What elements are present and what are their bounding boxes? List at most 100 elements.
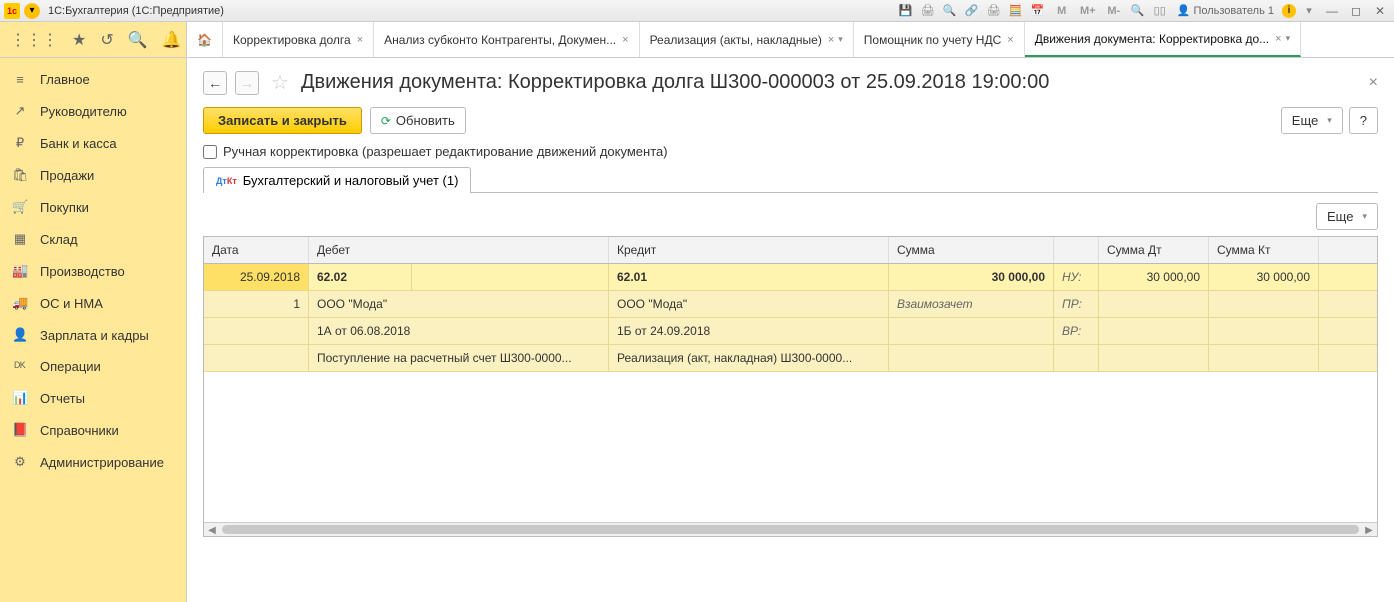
tab-close-icon[interactable]: × [1275,33,1281,45]
col-sumdt[interactable]: Сумма Дт [1099,237,1209,263]
minimize-button[interactable]: — [1322,3,1342,19]
scroll-thumb[interactable] [222,525,1359,534]
page-close-button[interactable]: × [1369,74,1378,92]
link-icon[interactable]: 🔗 [963,3,981,19]
favorite-star-icon[interactable]: ☆ [271,70,289,95]
cell-sum: 30 000,00 [889,264,1054,290]
col-credit[interactable]: Кредит [609,237,889,263]
tab-1[interactable]: Анализ субконто Контрагенты, Докумен...× [374,22,639,57]
bag-icon: 🛍 [12,167,28,183]
cell-cred-party: ООО "Мода" [609,291,889,317]
col-debit[interactable]: Дебет [309,237,609,263]
star-icon[interactable]: ★ [72,30,86,50]
calc-icon[interactable]: 🧮 [1007,3,1025,19]
tab-close-icon[interactable]: × [828,34,834,46]
home-tab[interactable]: 🏠 [187,22,223,57]
tab-2[interactable]: Реализация (акты, накладные) × ▾ [640,22,854,57]
horizontal-scrollbar[interactable]: ◀ ▶ [204,522,1377,536]
table-row[interactable]: 1А от 06.08.2018 1Б от 24.09.2018 ВР: [204,318,1377,345]
table-more-button[interactable]: Еще [1316,203,1378,230]
help-button[interactable]: ? [1349,107,1378,134]
sidebar-item-sales[interactable]: 🛍 Продажи [0,159,186,191]
table-row[interactable]: Поступление на расчетный счет Ш300-0000.… [204,345,1377,372]
save-icon[interactable]: 💾 [897,3,915,19]
col-sumkt[interactable]: Сумма Кт [1209,237,1319,263]
cell-empty [1099,318,1209,344]
tab-0[interactable]: Корректировка долга× [223,22,374,57]
manual-edit-checkbox[interactable] [203,145,217,159]
scroll-left-icon[interactable]: ◀ [204,523,220,537]
sidebar-item-warehouse[interactable]: ▦Склад [0,223,186,255]
scroll-right-icon[interactable]: ▶ [1361,523,1377,537]
cell-empty [1209,345,1319,371]
panels-icon[interactable]: ▯▯ [1151,3,1169,19]
tab-label: Реализация (акты, накладные) [650,33,822,47]
tab-4[interactable]: Движения документа: Корректировка до...×… [1025,22,1301,57]
maximize-button[interactable]: ◻ [1346,3,1366,19]
tab-dd-icon[interactable]: ▾ [1286,33,1291,44]
sidebar-item-hr[interactable]: 👤Зарплата и кадры [0,319,186,351]
print2-icon[interactable]: 🖨 [985,3,1003,19]
chart-icon: ↗ [12,103,28,119]
sidebar-item-manager[interactable]: ↗Руководителю [0,95,186,127]
info-dd-icon[interactable]: ▾ [1300,3,1318,19]
accounting-grid: Дата Дебет Кредит Сумма Сумма Дт Сумма К… [203,236,1378,537]
sidebar-label: Отчеты [40,391,85,406]
close-button[interactable]: ✕ [1370,3,1390,19]
forward-button[interactable]: → [235,71,259,95]
table-row[interactable]: 25.09.2018 62.02 62.01 30 000,00 НУ: 30 … [204,264,1377,291]
back-button[interactable]: ← [203,71,227,95]
sidebar-item-reports[interactable]: 📊Отчеты [0,382,186,414]
page-title: Движения документа: Корректировка долга … [301,71,1049,94]
bell-icon[interactable]: 🔔 [162,30,182,50]
cell-tag3: ВР: [1054,318,1099,344]
calendar-icon[interactable]: 📅 [1029,3,1047,19]
sidebar-label: Продажи [40,168,94,183]
cell-deb-src: Поступление на расчетный счет Ш300-0000.… [309,345,609,371]
sidebar-label: Операции [40,359,101,374]
col-sum[interactable]: Сумма [889,237,1054,263]
cell-empty [1209,291,1319,317]
tab-label: Помощник по учету НДС [864,33,1001,47]
print-icon[interactable]: 🖨 [919,3,937,19]
sidebar-item-main[interactable]: ≡Главное [0,64,186,95]
tab-close-icon[interactable]: × [1007,34,1013,46]
app-title: 1С:Бухгалтерия (1С:Предприятие) [48,5,224,17]
sidebar-item-admin[interactable]: ⚙Администрирование [0,446,186,478]
tab-dd-icon[interactable]: ▾ [838,34,843,45]
refresh-button[interactable]: ⟳Обновить [370,107,466,134]
apps-icon[interactable]: ⋮⋮⋮ [10,30,58,50]
tab-close-icon[interactable]: × [357,34,363,46]
doc-tab-accounting[interactable]: ДтКт Бухгалтерский и налоговый учет (1) [203,167,471,193]
memory-mminus[interactable]: M- [1103,3,1125,19]
info-icon[interactable]: i [1282,4,1296,18]
doc-tab-label: Бухгалтерский и налоговый учет (1) [243,173,459,188]
sidebar-item-purchases[interactable]: 🛒Покупки [0,191,186,223]
col-date[interactable]: Дата [204,237,309,263]
save-close-button[interactable]: Записать и закрыть [203,107,362,134]
tab-close-icon[interactable]: × [622,34,628,46]
cell-empty [1099,291,1209,317]
sidebar-item-assets[interactable]: 🚚ОС и НМА [0,287,186,319]
more-button[interactable]: Еще [1281,107,1343,134]
memory-mplus[interactable]: M+ [1077,3,1099,19]
sidebar-item-bank[interactable]: ₽Банк и касса [0,127,186,159]
zoom-icon[interactable]: 🔍 [1129,3,1147,19]
memory-m[interactable]: M [1051,3,1073,19]
sidebar-item-production[interactable]: 🏭Производство [0,255,186,287]
user-label[interactable]: 👤 Пользователь 1 [1173,4,1278,17]
nav-icon-bar: ⋮⋮⋮ ★ ↺ 🔍 🔔 [0,22,187,57]
search-nav-icon[interactable]: 🔍 [128,30,148,50]
table-row[interactable]: 1 ООО "Мода" ООО "Мода" Взаимозачет ПР: [204,291,1377,318]
book-icon: 📕 [12,422,28,438]
cell-empty [1099,345,1209,371]
search-icon[interactable]: 🔍 [941,3,959,19]
main: ≡Главное ↗Руководителю ₽Банк и касса 🛍 Пр… [0,58,1394,602]
cell-cred-doc: 1Б от 24.09.2018 [609,318,889,344]
app-dropdown-icon[interactable]: ▾ [24,3,40,19]
sidebar-item-operations[interactable]: ᴰᴷОперации [0,351,186,382]
col-spacer [1054,237,1099,263]
sidebar-item-catalogs[interactable]: 📕Справочники [0,414,186,446]
history-icon[interactable]: ↺ [100,30,113,50]
tab-3[interactable]: Помощник по учету НДС × [854,22,1025,57]
